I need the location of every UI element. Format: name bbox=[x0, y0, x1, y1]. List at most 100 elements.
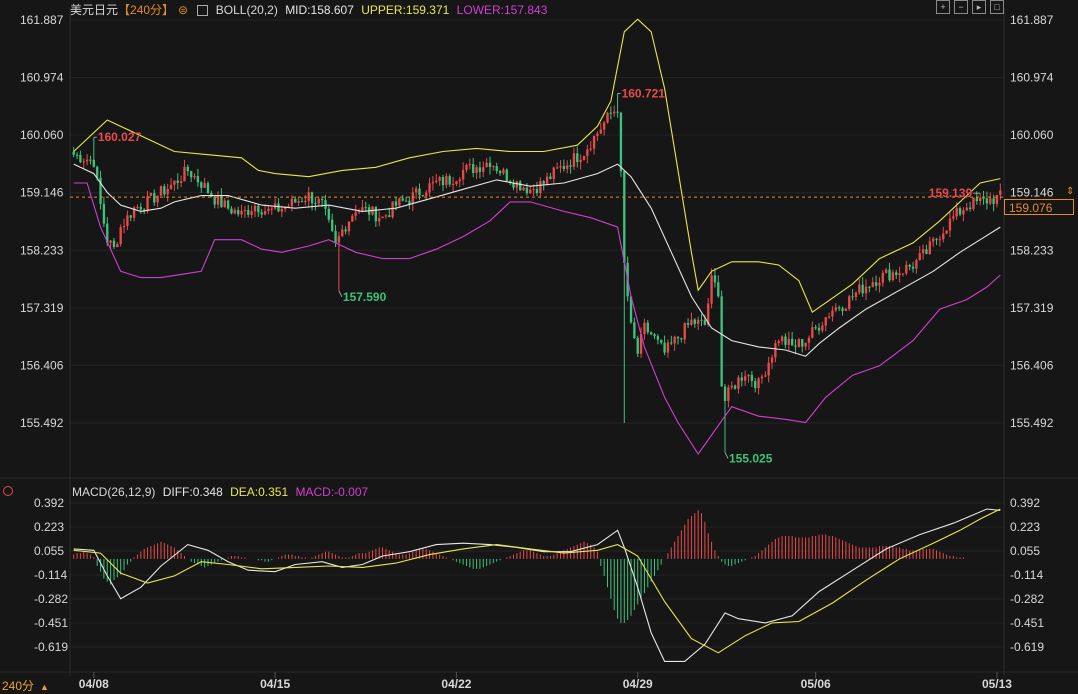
candle-body[interactable] bbox=[827, 316, 831, 318]
candle-body[interactable] bbox=[129, 215, 132, 218]
candle-body[interactable] bbox=[136, 206, 139, 208]
candle-body[interactable] bbox=[821, 325, 824, 331]
candle-body[interactable] bbox=[952, 216, 955, 219]
candle-body[interactable] bbox=[233, 209, 237, 214]
candle-body[interactable] bbox=[918, 253, 921, 261]
candle-body[interactable] bbox=[535, 188, 539, 193]
settings-icon[interactable]: ⊜ bbox=[178, 3, 188, 17]
candle-body[interactable] bbox=[562, 166, 566, 169]
candle-body[interactable] bbox=[586, 149, 589, 156]
candle-body[interactable] bbox=[696, 319, 700, 324]
candle-body[interactable] bbox=[915, 260, 918, 269]
candle-body[interactable] bbox=[824, 317, 827, 326]
candle-body[interactable] bbox=[428, 183, 431, 193]
candle-body[interactable] bbox=[270, 208, 273, 210]
candle-body[interactable] bbox=[901, 273, 905, 275]
candle-body[interactable] bbox=[992, 198, 995, 204]
candle-body[interactable] bbox=[176, 180, 179, 183]
candle-body[interactable] bbox=[790, 338, 794, 346]
candle-body[interactable] bbox=[502, 169, 505, 174]
candle-body[interactable] bbox=[837, 307, 841, 309]
candle-body[interactable] bbox=[982, 197, 985, 199]
candle-body[interactable] bbox=[851, 296, 854, 298]
candle-body[interactable] bbox=[649, 332, 653, 335]
candle-body[interactable] bbox=[347, 221, 351, 232]
candle-body[interactable] bbox=[116, 244, 119, 248]
candle-body[interactable] bbox=[928, 241, 931, 254]
candle-body[interactable] bbox=[226, 200, 230, 209]
candle-body[interactable] bbox=[555, 167, 559, 169]
candle-body[interactable] bbox=[277, 203, 280, 212]
candle-body[interactable] bbox=[294, 198, 297, 203]
candle-body[interactable] bbox=[458, 179, 461, 181]
candle-body[interactable] bbox=[364, 207, 367, 209]
candle-body[interactable] bbox=[801, 339, 804, 347]
candle-body[interactable] bbox=[243, 210, 247, 212]
candle-body[interactable] bbox=[670, 342, 673, 344]
candle-body[interactable] bbox=[656, 336, 660, 340]
candle-body[interactable] bbox=[401, 198, 404, 201]
candle-body[interactable] bbox=[643, 322, 646, 335]
candle-body[interactable] bbox=[418, 188, 421, 195]
candle-body[interactable] bbox=[733, 385, 737, 389]
candle-body[interactable] bbox=[206, 183, 210, 193]
candle-body[interactable] bbox=[223, 200, 226, 208]
candle-body[interactable] bbox=[539, 181, 542, 193]
candle-body[interactable] bbox=[989, 198, 992, 204]
candle-body[interactable] bbox=[968, 207, 972, 210]
candle-body[interactable] bbox=[186, 166, 190, 172]
candle-body[interactable] bbox=[693, 319, 696, 324]
candle-body[interactable] bbox=[680, 338, 683, 340]
candle-body[interactable] bbox=[921, 249, 925, 254]
candle-body[interactable] bbox=[666, 342, 670, 353]
candle-body[interactable] bbox=[240, 210, 243, 215]
candle-body[interactable] bbox=[965, 207, 968, 211]
candle-body[interactable] bbox=[361, 207, 364, 211]
candle-body[interactable] bbox=[324, 200, 327, 209]
candle-body[interactable] bbox=[82, 161, 85, 163]
candle-body[interactable] bbox=[307, 192, 310, 201]
candle-body[interactable] bbox=[441, 177, 445, 186]
candle-body[interactable] bbox=[267, 208, 270, 212]
next-icon[interactable]: ▸ bbox=[972, 0, 986, 14]
candle-body[interactable] bbox=[92, 159, 95, 167]
candle-body[interactable] bbox=[777, 341, 780, 344]
zoom-out-icon[interactable]: − bbox=[954, 0, 968, 14]
candle-body[interactable] bbox=[310, 192, 314, 204]
candle-body[interactable] bbox=[606, 112, 609, 123]
candle-body[interactable] bbox=[529, 189, 532, 194]
candle-body[interactable] bbox=[411, 192, 414, 204]
candle-body[interactable] bbox=[730, 385, 733, 388]
candle-body[interactable] bbox=[811, 327, 814, 338]
candle-body[interactable] bbox=[159, 186, 163, 196]
candle-body[interactable] bbox=[203, 183, 206, 188]
candle-body[interactable] bbox=[96, 166, 99, 178]
candle-body[interactable] bbox=[807, 337, 811, 343]
candle-body[interactable] bbox=[522, 187, 525, 191]
candle-body[interactable] bbox=[200, 182, 203, 188]
candle-body[interactable] bbox=[737, 377, 740, 389]
candle-body[interactable] bbox=[676, 336, 680, 339]
candle-body[interactable] bbox=[861, 284, 864, 294]
candle-body[interactable] bbox=[532, 188, 535, 190]
candle-body[interactable] bbox=[438, 177, 441, 181]
candle-body[interactable] bbox=[596, 133, 599, 136]
candle-body[interactable] bbox=[723, 386, 727, 401]
candle-body[interactable] bbox=[414, 188, 418, 193]
candle-body[interactable] bbox=[616, 111, 619, 113]
candle-body[interactable] bbox=[408, 200, 411, 204]
candle-body[interactable] bbox=[304, 200, 307, 203]
candle-body[interactable] bbox=[572, 153, 576, 167]
candle-body[interactable] bbox=[492, 166, 495, 168]
candle-body[interactable] bbox=[646, 322, 649, 333]
candle-body[interactable] bbox=[247, 210, 250, 215]
candle-body[interactable] bbox=[354, 212, 357, 216]
macd-target-icon[interactable] bbox=[3, 486, 13, 496]
candle-body[interactable] bbox=[703, 320, 707, 325]
candle-body[interactable] bbox=[193, 176, 196, 178]
candle-body[interactable] bbox=[908, 264, 911, 267]
candle-body[interactable] bbox=[378, 218, 381, 222]
maximize-icon[interactable]: □ bbox=[990, 0, 1004, 14]
candle-body[interactable] bbox=[797, 339, 801, 347]
chart-svg[interactable]: 161.887 161.887 160.974 160.974 160.060 160.0… bbox=[0, 0, 1078, 694]
